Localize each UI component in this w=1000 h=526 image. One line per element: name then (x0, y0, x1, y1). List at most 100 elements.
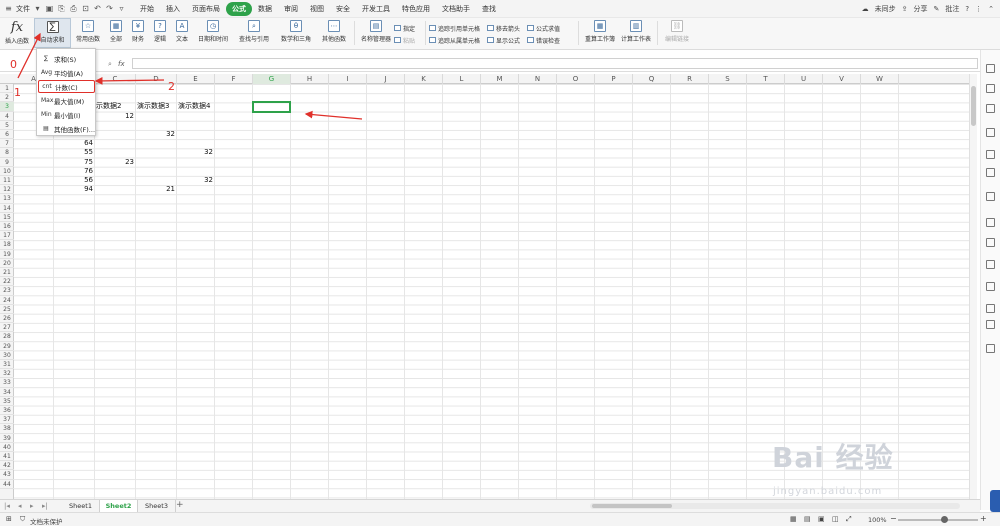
cell[interactable]: 76 (54, 167, 95, 176)
tab-4[interactable]: 数据 (252, 2, 278, 16)
sidebar-tool-icon[interactable] (986, 64, 995, 73)
sidebar-tool-icon[interactable] (986, 128, 995, 137)
prev-sheet-icon[interactable]: ◂ (18, 502, 22, 510)
row-header[interactable]: 8 (0, 148, 14, 158)
row-header[interactable]: 26 (0, 314, 14, 324)
row-header[interactable]: 38 (0, 424, 14, 434)
cell[interactable]: 12 (95, 112, 136, 121)
column-header[interactable]: K (405, 74, 443, 84)
cell[interactable]: 56 (54, 176, 95, 185)
finance-button[interactable]: ¥ 财务 (127, 18, 149, 48)
insert-function-button[interactable]: fx 插入函数 (0, 18, 34, 48)
row-header[interactable]: 19 (0, 250, 14, 259)
sidebar-tool-icon[interactable] (986, 320, 995, 329)
row-header[interactable]: 2 (0, 93, 14, 103)
row-header[interactable]: 3 (0, 102, 14, 112)
column-header[interactable]: P (595, 74, 633, 84)
column-header[interactable]: C (95, 74, 136, 84)
fullscreen-icon[interactable]: ⤢ (846, 515, 852, 524)
trace-precedents-button[interactable]: 追踪引用单元格 (429, 24, 487, 33)
name-box[interactable] (2, 60, 32, 69)
tab-10[interactable]: 文档助手 (436, 2, 476, 16)
sidebar-tool-icon[interactable] (986, 344, 995, 353)
cell[interactable]: 32 (136, 130, 177, 139)
column-header[interactable]: O (557, 74, 595, 84)
zoom-out-icon[interactable]: − (890, 514, 897, 523)
tab-11[interactable]: 查找 (476, 2, 502, 16)
more-icon[interactable]: ⋮ (975, 5, 982, 13)
dropdown-item[interactable]: ▤ 其他函数(F)... (38, 122, 95, 135)
recalc-workbook-button[interactable]: ▦ 重算工作簿 (582, 18, 618, 48)
column-header[interactable]: J (367, 74, 405, 84)
tab-2[interactable]: 页面布局 (186, 2, 226, 16)
collapse-icon[interactable]: ⌃ (988, 5, 994, 13)
row-header[interactable]: 10 (0, 167, 14, 176)
row-header[interactable]: 18 (0, 240, 14, 250)
name-manager-button[interactable]: ▤ 名称管理器 (358, 18, 394, 48)
cloud-icon[interactable]: ☁ (862, 5, 869, 13)
column-header[interactable]: W (861, 74, 899, 84)
tab-3[interactable]: 公式 (226, 1, 252, 16)
autosum-button[interactable]: ∑ 自动求和 (34, 18, 71, 48)
cell[interactable]: 75 (54, 158, 95, 167)
column-header[interactable]: F (215, 74, 253, 84)
error-check-button[interactable]: 错误检查 (527, 36, 575, 45)
row-header[interactable]: 32 (0, 369, 14, 379)
row-header[interactable]: 42 (0, 461, 14, 471)
sidebar-tool-icon[interactable] (986, 282, 995, 291)
all-functions-button[interactable]: ▦ 全部 (105, 18, 127, 48)
column-header[interactable]: N (519, 74, 557, 84)
next-sheet-icon[interactable]: ▸ (30, 502, 34, 510)
zoom-in-icon[interactable]: + (980, 514, 987, 523)
assistant-tab[interactable] (990, 490, 1000, 512)
horizontal-scrollbar[interactable] (590, 503, 960, 509)
row-header[interactable]: 13 (0, 194, 14, 204)
eval-formula-button[interactable]: 公式求值 (527, 24, 575, 33)
edit-links-button[interactable]: ⛓ 编辑链接 (661, 18, 693, 48)
dropdown-item[interactable]: cnt 计数(C) (38, 80, 95, 93)
help-icon[interactable]: ? (965, 5, 969, 13)
share-icon[interactable]: ⇪ (902, 5, 908, 13)
row-header[interactable]: 20 (0, 259, 14, 268)
row-header[interactable]: 12 (0, 185, 14, 195)
row-header[interactable]: 28 (0, 332, 14, 342)
row-header[interactable]: 22 (0, 277, 14, 287)
column-header[interactable]: V (823, 74, 861, 84)
text-button[interactable]: A 文本 (171, 18, 193, 48)
column-header[interactable]: U (785, 74, 823, 84)
sidebar-tool-icon[interactable] (986, 168, 995, 177)
add-sheet-button[interactable]: + (176, 500, 184, 510)
dropdown-item[interactable]: Min 最小值(I) (38, 108, 95, 121)
export-icon[interactable]: ⎘ (57, 4, 66, 13)
column-header[interactable]: T (747, 74, 785, 84)
zoom-slider-handle[interactable] (941, 516, 948, 523)
redo-icon[interactable]: ↷ (105, 4, 114, 13)
cell[interactable]: 32 (177, 176, 215, 185)
column-header[interactable]: R (671, 74, 709, 84)
chevron-down-icon[interactable]: ▾ (33, 4, 42, 13)
lookup-button[interactable]: ⌕ 查找与引用 (233, 18, 275, 48)
row-header[interactable]: 40 (0, 443, 14, 452)
tab-5[interactable]: 审阅 (278, 2, 304, 16)
hamburger-icon[interactable]: ≡ (4, 4, 13, 13)
row-header[interactable]: 31 (0, 360, 14, 370)
row-header[interactable]: 23 (0, 286, 14, 296)
zoom-level[interactable]: 100% (868, 516, 887, 524)
row-header[interactable]: 35 (0, 397, 14, 406)
dropdown-item[interactable]: Avg 平均值(A) (38, 66, 95, 79)
comment-icon[interactable]: ✎ (934, 5, 940, 13)
first-sheet-icon[interactable]: |◂ (4, 502, 10, 510)
share-button[interactable]: 分享 (914, 4, 928, 14)
page-break-icon[interactable]: ▣ (818, 515, 825, 523)
row-header[interactable]: 30 (0, 351, 14, 360)
sidebar-tool-icon[interactable] (986, 104, 995, 113)
column-header[interactable]: S (709, 74, 747, 84)
row-header[interactable]: 6 (0, 130, 14, 140)
other-functions-button[interactable]: ⋯ 其他函数 (317, 18, 351, 48)
tab-9[interactable]: 特色应用 (396, 2, 436, 16)
sheet-tab[interactable]: Sheet1 (62, 500, 100, 512)
specify-button[interactable]: 指定 (394, 24, 422, 33)
row-header[interactable]: 4 (0, 112, 14, 121)
reading-view-icon[interactable]: ◫ (832, 515, 839, 523)
show-formula-button[interactable]: 显示公式 (487, 36, 527, 45)
